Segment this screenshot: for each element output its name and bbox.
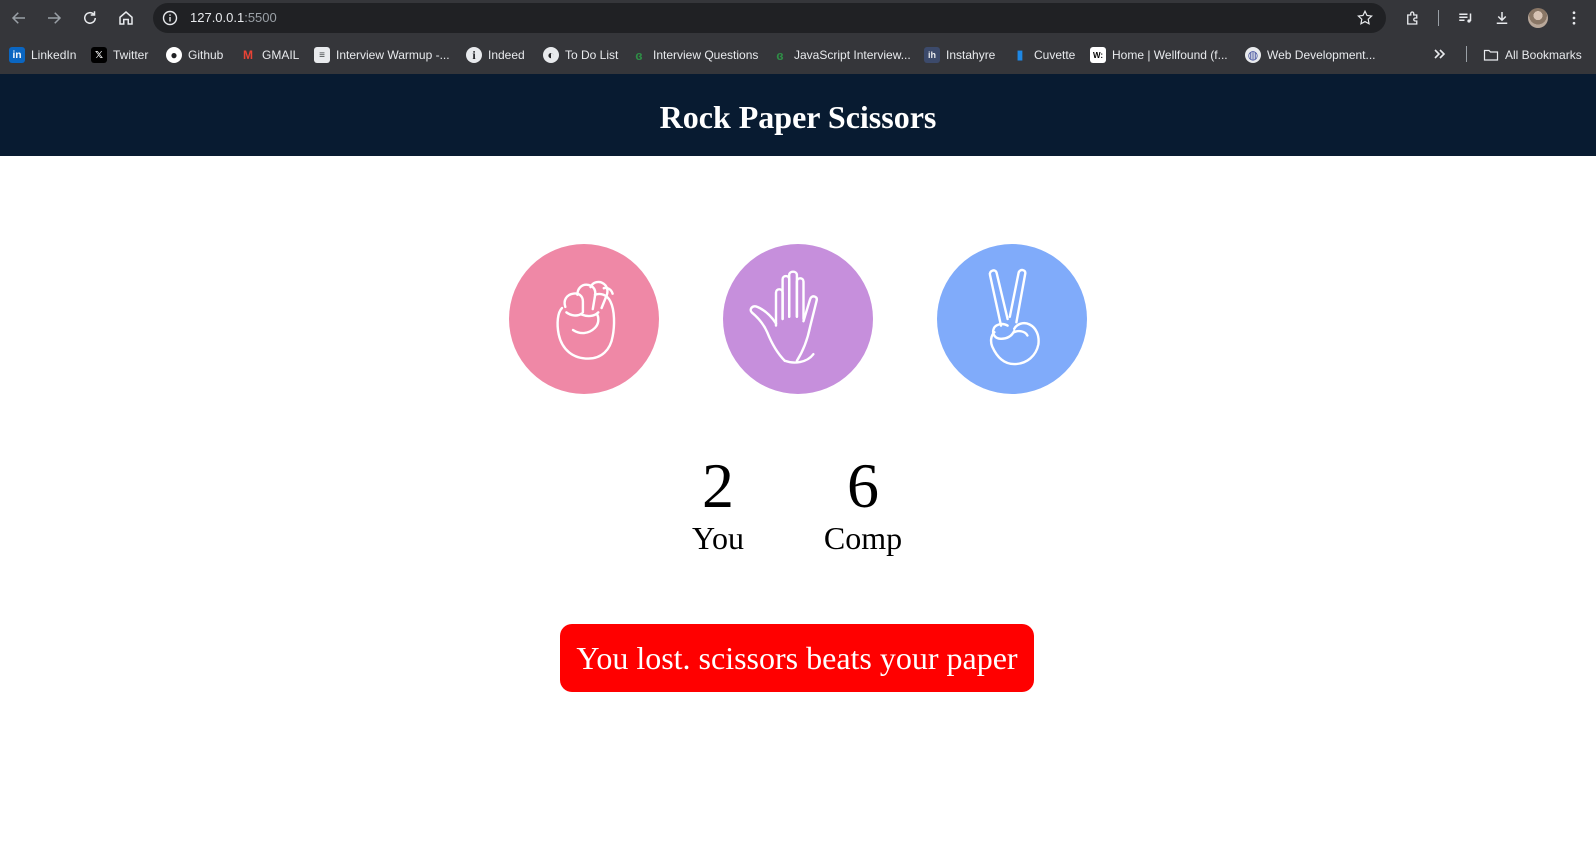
menu-button[interactable] bbox=[1563, 7, 1585, 29]
reload-icon bbox=[84, 11, 96, 24]
bookmark-interview-warmup[interactable]: ≡ Interview Warmup -... bbox=[314, 46, 450, 64]
page-title: Rock Paper Scissors bbox=[659, 98, 937, 135]
arrow-right-icon bbox=[48, 12, 62, 24]
all-bookmarks-label: All Bookmarks bbox=[1505, 48, 1582, 62]
download-icon bbox=[1496, 12, 1508, 24]
reload-button[interactable] bbox=[79, 7, 101, 29]
bookmark-label: Indeed bbox=[488, 48, 525, 62]
fist-icon bbox=[556, 280, 616, 360]
bookmark-label: JavaScript Interview... bbox=[794, 48, 911, 62]
result-message: You lost. scissors beats your paper bbox=[560, 624, 1034, 692]
playlist-icon bbox=[1459, 13, 1472, 23]
peace-sign-icon bbox=[988, 268, 1040, 366]
user-score-label: You bbox=[692, 520, 744, 556]
profile-avatar[interactable] bbox=[1528, 8, 1548, 28]
bookmark-label: Web Development... bbox=[1267, 48, 1376, 62]
forward-button[interactable] bbox=[43, 7, 65, 29]
bookmark-github[interactable]: ● Github bbox=[166, 46, 223, 64]
extensions-button[interactable] bbox=[1402, 7, 1424, 29]
comp-score-label: Comp bbox=[823, 520, 903, 556]
choice-paper[interactable] bbox=[723, 244, 873, 394]
x-twitter-icon: 𝕏 bbox=[91, 47, 107, 63]
url-text: 127.0.0.1:5500 bbox=[190, 10, 277, 25]
webdev-icon: ◍ bbox=[1245, 47, 1261, 63]
linkedin-icon: in bbox=[9, 47, 25, 63]
user-score-value: 2 bbox=[702, 450, 734, 521]
choice-rock[interactable] bbox=[509, 244, 659, 394]
back-button[interactable] bbox=[8, 7, 30, 29]
downloads-button[interactable] bbox=[1491, 7, 1513, 29]
kebab-menu-icon bbox=[1572, 11, 1576, 25]
instahyre-icon: ih bbox=[924, 47, 940, 63]
url-host: 127.0.0.1 bbox=[190, 10, 245, 25]
bookmark-star-icon[interactable] bbox=[1356, 9, 1374, 27]
bookmark-instahyre[interactable]: ih Instahyre bbox=[924, 46, 995, 64]
bookmark-twitter[interactable]: 𝕏 Twitter bbox=[91, 46, 148, 64]
home-button[interactable] bbox=[115, 7, 137, 29]
bookmark-label: Instahyre bbox=[946, 48, 996, 62]
page-content: Rock Paper Scissors 2 You 6 Comp You los… bbox=[0, 74, 1596, 853]
address-bar[interactable]: 127.0.0.1:5500 bbox=[153, 3, 1386, 33]
bookmark-javascript-interview[interactable]: ɞ JavaScript Interview... bbox=[772, 46, 911, 64]
chevron-double-right-icon[interactable] bbox=[1432, 45, 1448, 63]
bookmark-label: Cuvette bbox=[1034, 48, 1076, 62]
all-bookmarks-button[interactable]: All Bookmarks bbox=[1483, 46, 1582, 64]
gfg-icon: ɞ bbox=[635, 47, 643, 63]
choice-scissors[interactable] bbox=[937, 244, 1087, 394]
bookmark-wellfound[interactable]: W: Home | Wellfound (f... bbox=[1090, 46, 1228, 64]
bookmark-gmail[interactable]: M GMAIL bbox=[240, 46, 299, 64]
url-port: :5500 bbox=[244, 10, 277, 25]
wellfound-icon: W: bbox=[1090, 47, 1106, 63]
bookmark-label: To Do List bbox=[565, 48, 619, 62]
page-header: Rock Paper Scissors bbox=[0, 74, 1596, 156]
bookmark-linkedin[interactable]: in LinkedIn bbox=[9, 46, 76, 64]
bookmark-interview-questions[interactable]: ɞ Interview Questions bbox=[631, 46, 758, 64]
bookmark-label: Github bbox=[188, 48, 224, 62]
github-icon: ● bbox=[166, 47, 182, 63]
open-hand-icon bbox=[749, 270, 818, 364]
bookmark-todo[interactable]: ◐ To Do List bbox=[543, 46, 618, 64]
browser-toolbar: 127.0.0.1:5500 bbox=[0, 0, 1596, 36]
comp-score-value: 6 bbox=[847, 450, 879, 521]
bookmark-indeed[interactable]: i Indeed bbox=[466, 46, 525, 64]
puzzle-icon bbox=[1407, 11, 1418, 25]
site-info-icon[interactable] bbox=[162, 10, 178, 26]
bookmark-label: Twitter bbox=[113, 48, 149, 62]
bookmark-label: Interview Questions bbox=[653, 48, 759, 62]
home-icon bbox=[119, 11, 133, 25]
bookmark-label: GMAIL bbox=[262, 48, 300, 62]
bookmarks-divider bbox=[1466, 46, 1467, 62]
user-score: 2 You bbox=[658, 454, 778, 558]
gmail-icon: M bbox=[243, 48, 253, 62]
bookmark-web-development[interactable]: ◍ Web Development... bbox=[1245, 46, 1376, 64]
folder-icon bbox=[1483, 49, 1499, 61]
comp-score: 6 Comp bbox=[803, 454, 923, 558]
bookmark-label: Interview Warmup -... bbox=[336, 48, 450, 62]
media-control-button[interactable] bbox=[1455, 7, 1477, 29]
bookmark-cuvette[interactable]: ▮ Cuvette bbox=[1012, 46, 1075, 64]
bookmarks-bar: in LinkedIn 𝕏 Twitter ● Github M GMAIL ≡… bbox=[0, 36, 1596, 74]
gfg-icon: ɞ bbox=[776, 47, 784, 63]
doc-icon: ≡ bbox=[314, 47, 330, 63]
cuvette-icon: ▮ bbox=[1016, 47, 1024, 62]
arrow-left-icon bbox=[11, 12, 25, 24]
globe-icon: ◐ bbox=[543, 47, 559, 63]
info-circle-icon: i bbox=[466, 47, 482, 63]
toolbar-divider bbox=[1438, 10, 1439, 26]
bookmark-label: Home | Wellfound (f... bbox=[1112, 48, 1228, 62]
bookmark-label: LinkedIn bbox=[31, 48, 77, 62]
